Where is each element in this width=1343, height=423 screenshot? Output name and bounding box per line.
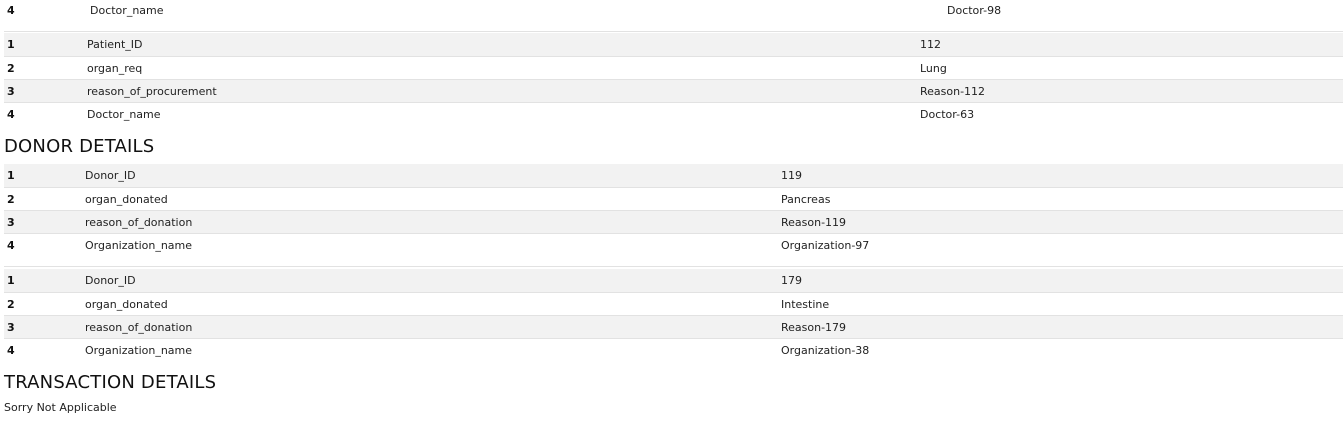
table-row: 2 organ_donated Intestine — [4, 292, 1343, 315]
transaction-message: Sorry Not Applicable — [4, 401, 117, 414]
field-value: Reason-179 — [781, 321, 847, 334]
donor-table: 1 Donor_ID 119 2 organ_donated Pancreas … — [4, 164, 1343, 267]
table-row: 3 reason_of_procurement Reason-112 — [4, 79, 1343, 102]
field-name: Donor_ID — [85, 274, 136, 287]
row-number: 4 — [7, 344, 15, 357]
field-value: Doctor-98 — [947, 4, 1002, 17]
table-row: 3 reason_of_donation Reason-179 — [4, 315, 1343, 338]
table-row: 2 organ_donated Pancreas — [4, 187, 1343, 210]
field-name: Doctor_name — [87, 108, 161, 121]
row-number: 4 — [7, 4, 15, 17]
field-name: organ_donated — [85, 298, 168, 311]
field-value: 119 — [781, 169, 802, 182]
field-value: Lung — [920, 62, 947, 75]
section-title-transaction: TRANSACTION DETAILS — [4, 372, 217, 393]
field-name: reason_of_procurement — [87, 85, 217, 98]
table-row: 2 organ_req Lung — [4, 56, 1343, 79]
row-number: 2 — [7, 193, 15, 206]
table-row: 1 Donor_ID 179 — [4, 269, 1343, 292]
field-name: Patient_ID — [87, 38, 143, 51]
field-value: Pancreas — [781, 193, 831, 206]
row-number: 3 — [7, 321, 15, 334]
field-name: Organization_name — [85, 239, 193, 252]
table-row: 4 Organization_name Organization-38 — [4, 338, 1343, 361]
row-number: 1 — [7, 169, 15, 182]
row-number: 1 — [7, 274, 15, 287]
field-value: Reason-119 — [781, 216, 847, 229]
field-name: reason_of_donation — [85, 216, 193, 229]
field-value: Intestine — [781, 298, 830, 311]
row-number: 3 — [7, 85, 15, 98]
field-name: Donor_ID — [85, 169, 136, 182]
field-value: Doctor-63 — [920, 108, 975, 121]
row-number: 2 — [7, 62, 15, 75]
field-value: 179 — [781, 274, 802, 287]
row-number: 2 — [7, 298, 15, 311]
row-number: 1 — [7, 38, 15, 51]
field-name: organ_donated — [85, 193, 168, 206]
section-title-donor: DONOR DETAILS — [4, 136, 155, 157]
table-row: 4 Doctor_name Doctor-63 — [4, 102, 1343, 125]
field-name: organ_req — [87, 62, 143, 75]
table-row: 1 Patient_ID 112 — [4, 33, 1343, 56]
field-value: Organization-38 — [781, 344, 870, 357]
row-number: 4 — [7, 108, 15, 121]
recipient-table: 1 Patient_ID 112 2 organ_req Lung 3 reas… — [4, 33, 1343, 125]
field-value: 112 — [920, 38, 941, 51]
field-name: Organization_name — [85, 344, 193, 357]
table-row: 1 Donor_ID 119 — [4, 164, 1343, 187]
field-value: Organization-97 — [781, 239, 870, 252]
field-value: Reason-112 — [920, 85, 986, 98]
recipient-table-partial: 4 Doctor_name Doctor-98 — [4, 0, 1343, 32]
field-name: reason_of_donation — [85, 321, 193, 334]
table-row: 4 Organization_name Organization-97 — [4, 233, 1343, 267]
donor-table: 1 Donor_ID 179 2 organ_donated Intestine… — [4, 269, 1343, 361]
row-number: 4 — [7, 239, 15, 252]
table-row: 4 Doctor_name Doctor-98 — [4, 0, 1343, 32]
row-number: 3 — [7, 216, 15, 229]
field-name: Doctor_name — [90, 4, 164, 17]
table-row: 3 reason_of_donation Reason-119 — [4, 210, 1343, 233]
